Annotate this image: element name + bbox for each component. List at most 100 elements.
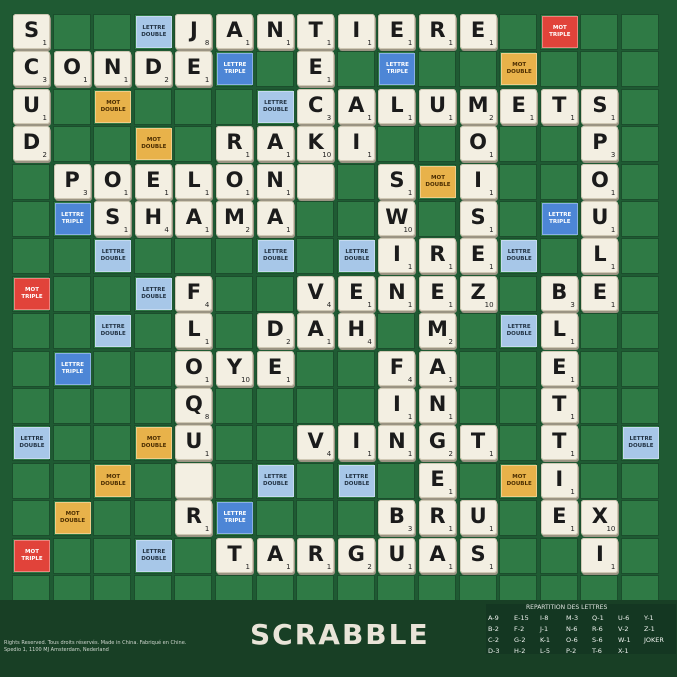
letter-tile[interactable]: U1: [175, 425, 213, 461]
letter-tile[interactable]: [175, 462, 213, 498]
letter-tile[interactable]: T1: [540, 88, 578, 124]
letter-tile[interactable]: R1: [216, 126, 253, 162]
letter-tile[interactable]: N1: [378, 425, 416, 461]
letter-tile[interactable]: M2: [419, 313, 456, 349]
letter-tile[interactable]: Y 10: [216, 350, 253, 386]
letter-tile[interactable]: L1: [175, 313, 213, 349]
letter-tile[interactable]: U1: [459, 500, 497, 536]
letter-tile[interactable]: E1: [540, 350, 578, 386]
letter-tile[interactable]: S1: [94, 201, 132, 236]
letter-tile[interactable]: D2: [134, 51, 172, 87]
letter-tile[interactable]: X 10: [581, 500, 619, 536]
letter-tile[interactable]: I1: [378, 238, 416, 274]
letter-tile[interactable]: T1: [297, 14, 335, 49]
letter-tile[interactable]: A1: [216, 14, 253, 49]
letter-tile[interactable]: E1: [500, 88, 538, 124]
letter-tile[interactable]: T1: [540, 388, 578, 423]
letter-tile[interactable]: B3: [378, 500, 416, 536]
letter-tile[interactable]: Q8: [175, 388, 213, 423]
letter-tile[interactable]: T1: [540, 425, 578, 461]
letter-tile[interactable]: E1: [297, 51, 335, 87]
letter-tile[interactable]: E1: [419, 462, 456, 498]
letter-tile[interactable]: D2: [13, 126, 50, 162]
letter-tile[interactable]: S1: [13, 14, 50, 49]
letter-tile[interactable]: I1: [459, 163, 497, 199]
letter-tile[interactable]: G2: [337, 537, 375, 573]
letter-tile[interactable]: R1: [297, 537, 335, 573]
letter-tile[interactable]: P3: [53, 163, 91, 199]
letter-tile[interactable]: R1: [419, 14, 456, 49]
letter-tile[interactable]: S1: [459, 201, 497, 236]
letter-tile[interactable]: L1: [581, 238, 619, 274]
letter-tile[interactable]: L1: [378, 88, 416, 124]
letter-tile[interactable]: A1: [256, 126, 294, 162]
letter-tile[interactable]: I1: [337, 14, 375, 49]
letter-tile[interactable]: A1: [256, 537, 294, 573]
letter-tile[interactable]: I1: [540, 462, 578, 498]
letter-tile[interactable]: U1: [419, 88, 456, 124]
letter-tile[interactable]: K 10: [297, 126, 335, 162]
letter-tile[interactable]: E1: [419, 275, 456, 311]
letter-tile[interactable]: E1: [337, 275, 375, 311]
letter-tile[interactable]: N1: [378, 275, 416, 311]
letter-tile[interactable]: R1: [419, 238, 456, 274]
letter-tile[interactable]: D2: [256, 313, 294, 349]
letter-tile[interactable]: S1: [459, 537, 497, 573]
letter-tile[interactable]: O1: [216, 163, 253, 199]
letter-tile[interactable]: E1: [256, 350, 294, 386]
letter-tile[interactable]: J8: [175, 14, 213, 49]
letter-tile[interactable]: I1: [337, 425, 375, 461]
letter-tile[interactable]: [297, 163, 335, 199]
letter-tile[interactable]: C3: [297, 88, 335, 124]
letter-tile[interactable]: F4: [175, 275, 213, 311]
letter-tile[interactable]: P3: [581, 126, 619, 162]
letter-tile[interactable]: U1: [13, 88, 50, 124]
letter-tile[interactable]: E1: [378, 14, 416, 49]
letter-tile[interactable]: E1: [134, 163, 172, 199]
letter-tile[interactable]: R1: [175, 500, 213, 536]
letter-tile[interactable]: Z 10: [459, 275, 497, 311]
letter-tile[interactable]: N1: [256, 163, 294, 199]
letter-tile[interactable]: O1: [581, 163, 619, 199]
letter-tile[interactable]: E1: [540, 500, 578, 536]
letter-tile[interactable]: T1: [216, 537, 253, 573]
letter-tile[interactable]: W 10: [378, 201, 416, 236]
letter-tile[interactable]: O1: [175, 350, 213, 386]
letter-tile[interactable]: E1: [581, 275, 619, 311]
letter-tile[interactable]: O1: [94, 163, 132, 199]
letter-tile[interactable]: O1: [459, 126, 497, 162]
letter-tile[interactable]: T1: [459, 425, 497, 461]
letter-tile[interactable]: C3: [13, 51, 50, 87]
letter-tile[interactable]: E1: [459, 14, 497, 49]
letter-tile[interactable]: S1: [378, 163, 416, 199]
letter-tile[interactable]: M2: [459, 88, 497, 124]
letter-tile[interactable]: L1: [175, 163, 213, 199]
letter-tile[interactable]: M2: [216, 201, 253, 236]
letter-tile[interactable]: I1: [337, 126, 375, 162]
letter-tile[interactable]: U1: [581, 201, 619, 236]
letter-tile[interactable]: A1: [419, 350, 456, 386]
letter-tile[interactable]: R1: [419, 500, 456, 536]
letter-tile[interactable]: H4: [134, 201, 172, 236]
letter-tile[interactable]: A1: [297, 313, 335, 349]
letter-tile[interactable]: H4: [337, 313, 375, 349]
letter-tile[interactable]: U1: [378, 537, 416, 573]
letter-tile[interactable]: G2: [419, 425, 456, 461]
letter-tile[interactable]: V4: [297, 425, 335, 461]
letter-tile[interactable]: N1: [256, 14, 294, 49]
letter-tile[interactable]: I1: [581, 537, 619, 573]
letter-tile[interactable]: F4: [378, 350, 416, 386]
letter-tile[interactable]: N1: [94, 51, 132, 87]
letter-tile[interactable]: V4: [297, 275, 335, 311]
letter-tile[interactable]: A1: [175, 201, 213, 236]
letter-tile[interactable]: S1: [581, 88, 619, 124]
letter-tile[interactable]: A1: [256, 201, 294, 236]
letter-tile[interactable]: A1: [337, 88, 375, 124]
letter-tile[interactable]: I1: [378, 388, 416, 423]
letter-tile[interactable]: A1: [419, 537, 456, 573]
letter-tile[interactable]: N1: [419, 388, 456, 423]
letter-tile[interactable]: O1: [53, 51, 91, 87]
letter-tile[interactable]: B3: [540, 275, 578, 311]
letter-tile[interactable]: L1: [540, 313, 578, 349]
letter-tile[interactable]: E1: [459, 238, 497, 274]
